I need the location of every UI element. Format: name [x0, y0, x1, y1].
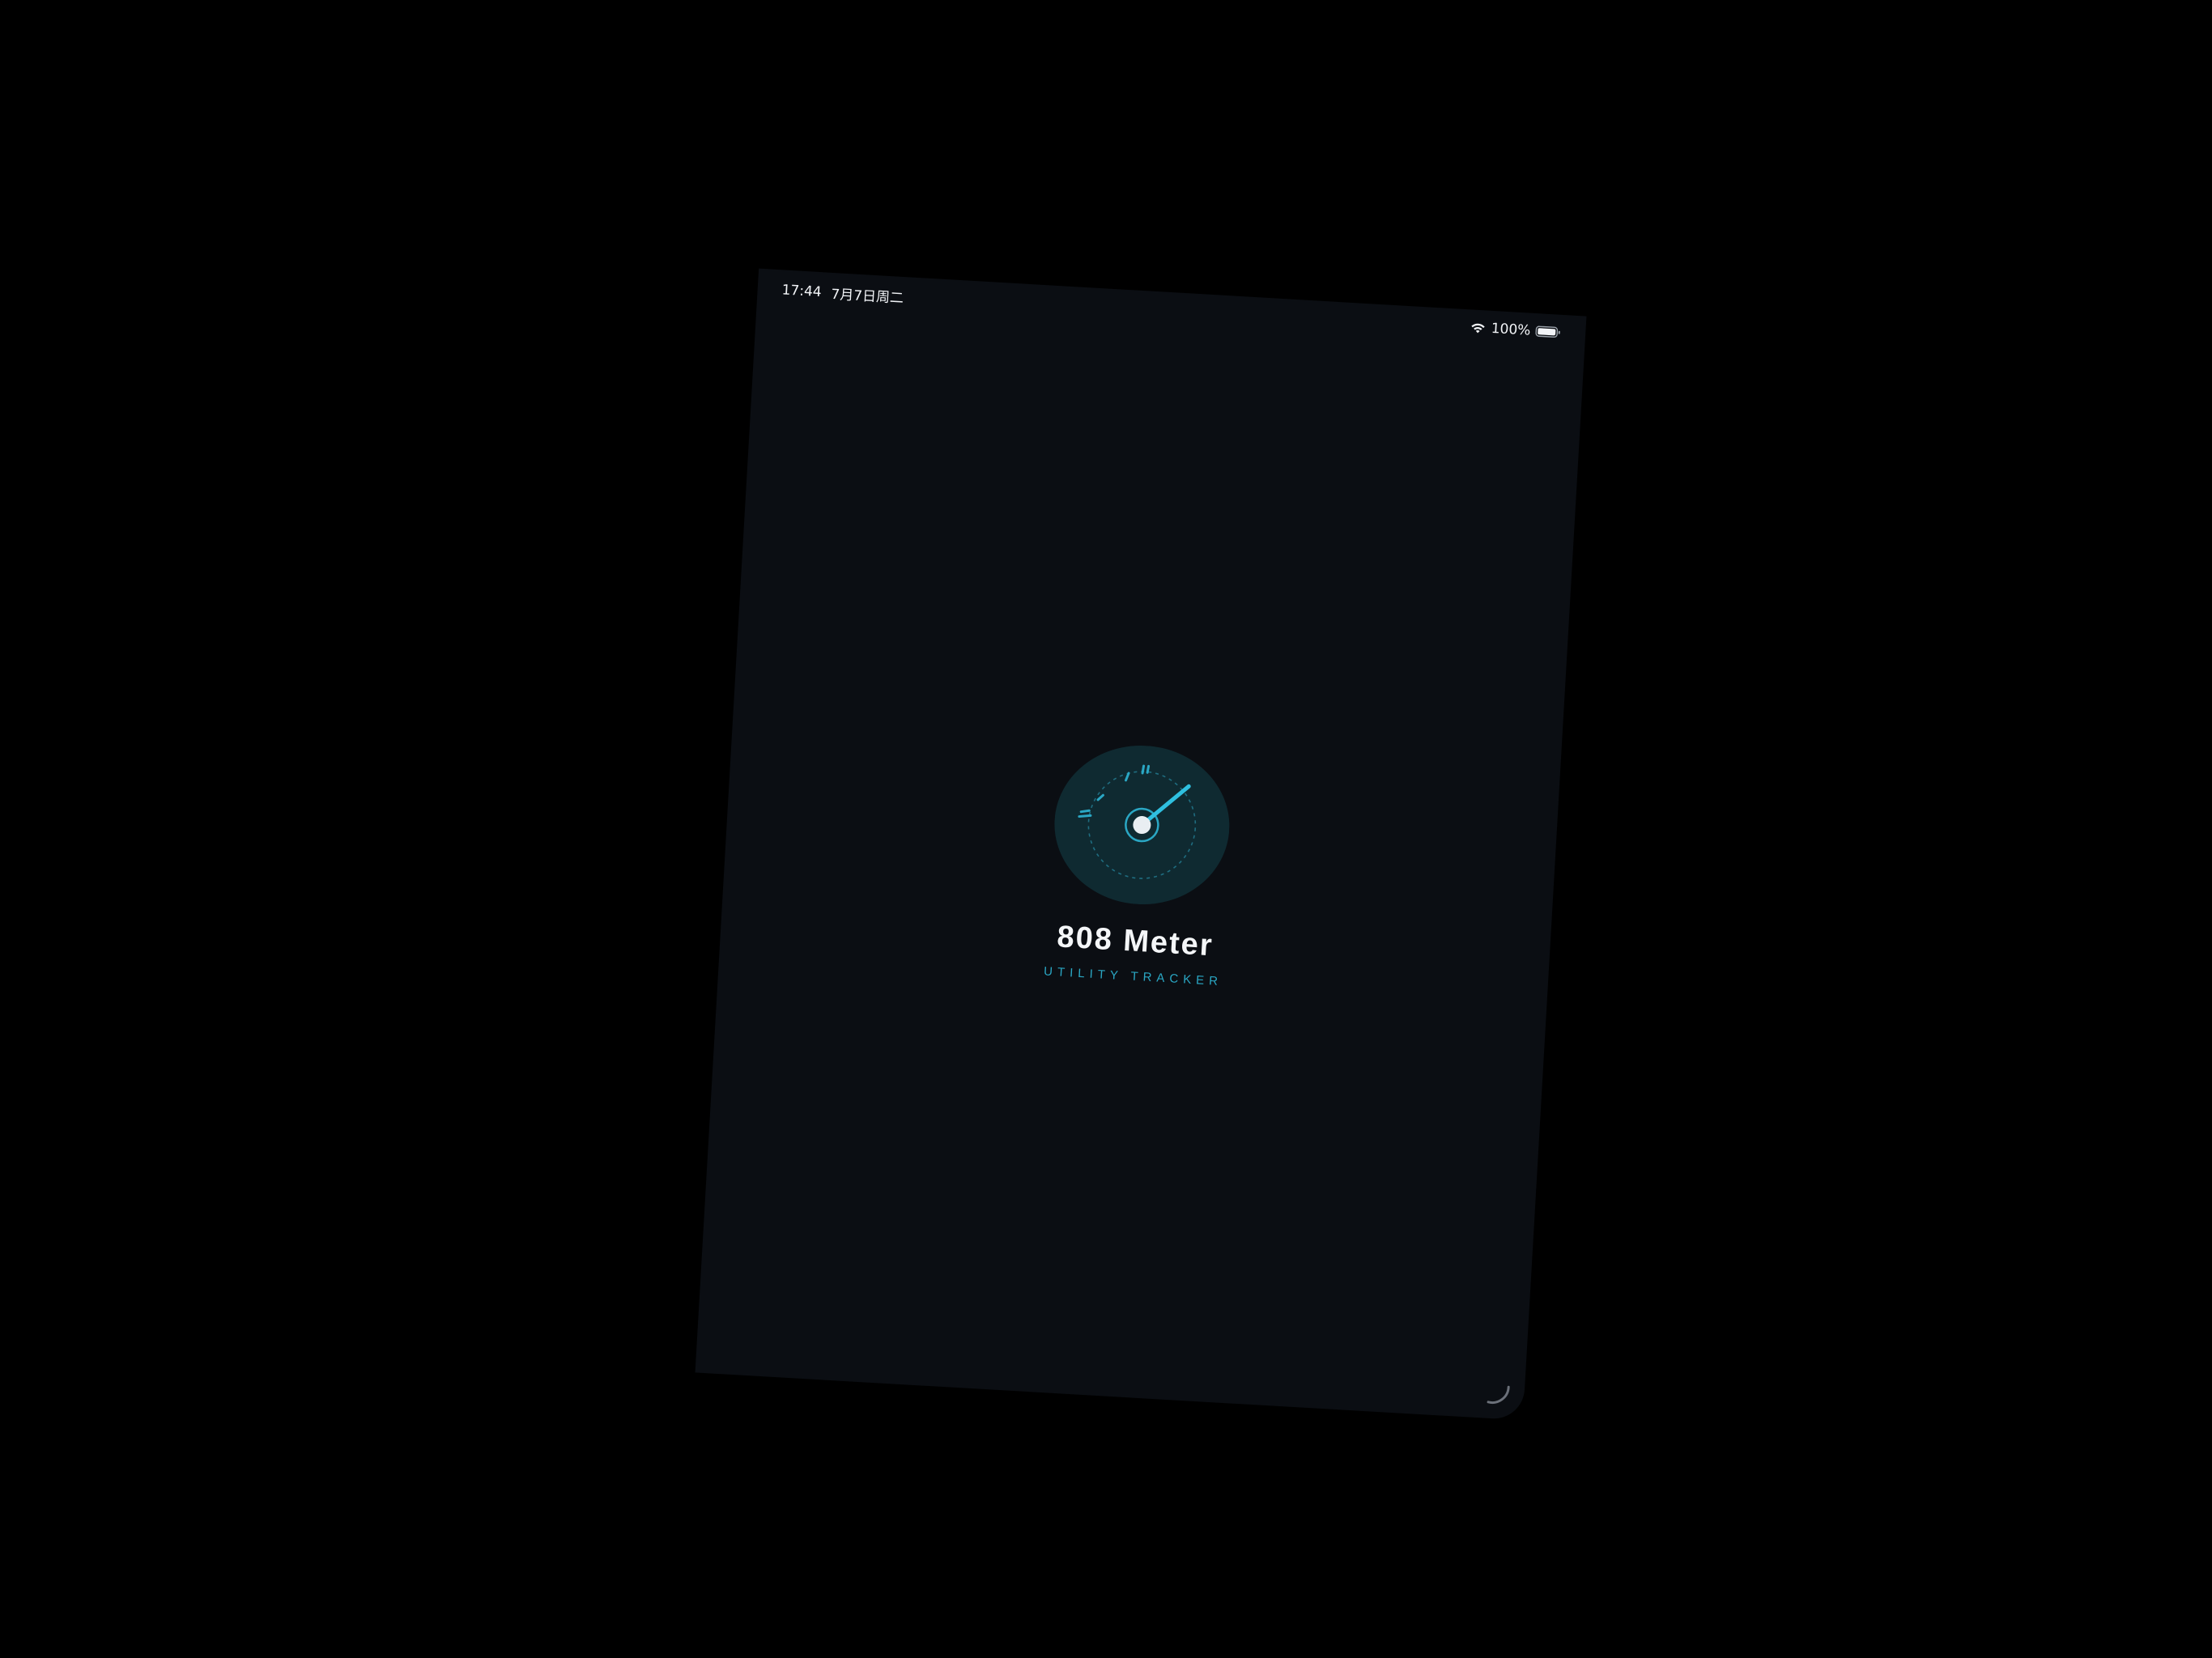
gauge-icon [1050, 741, 1234, 909]
device-screen: 17:44 7月7日周二 100% 808 Meter UTILITY TRAC… [695, 268, 1587, 1421]
splash-screen: 808 Meter UTILITY TRACKER [696, 269, 1587, 1421]
loading-indicator [1482, 1378, 1516, 1412]
outer-background: 17:44 7月7日周二 100% 808 Meter UTILITY TRAC… [0, 0, 2212, 1658]
